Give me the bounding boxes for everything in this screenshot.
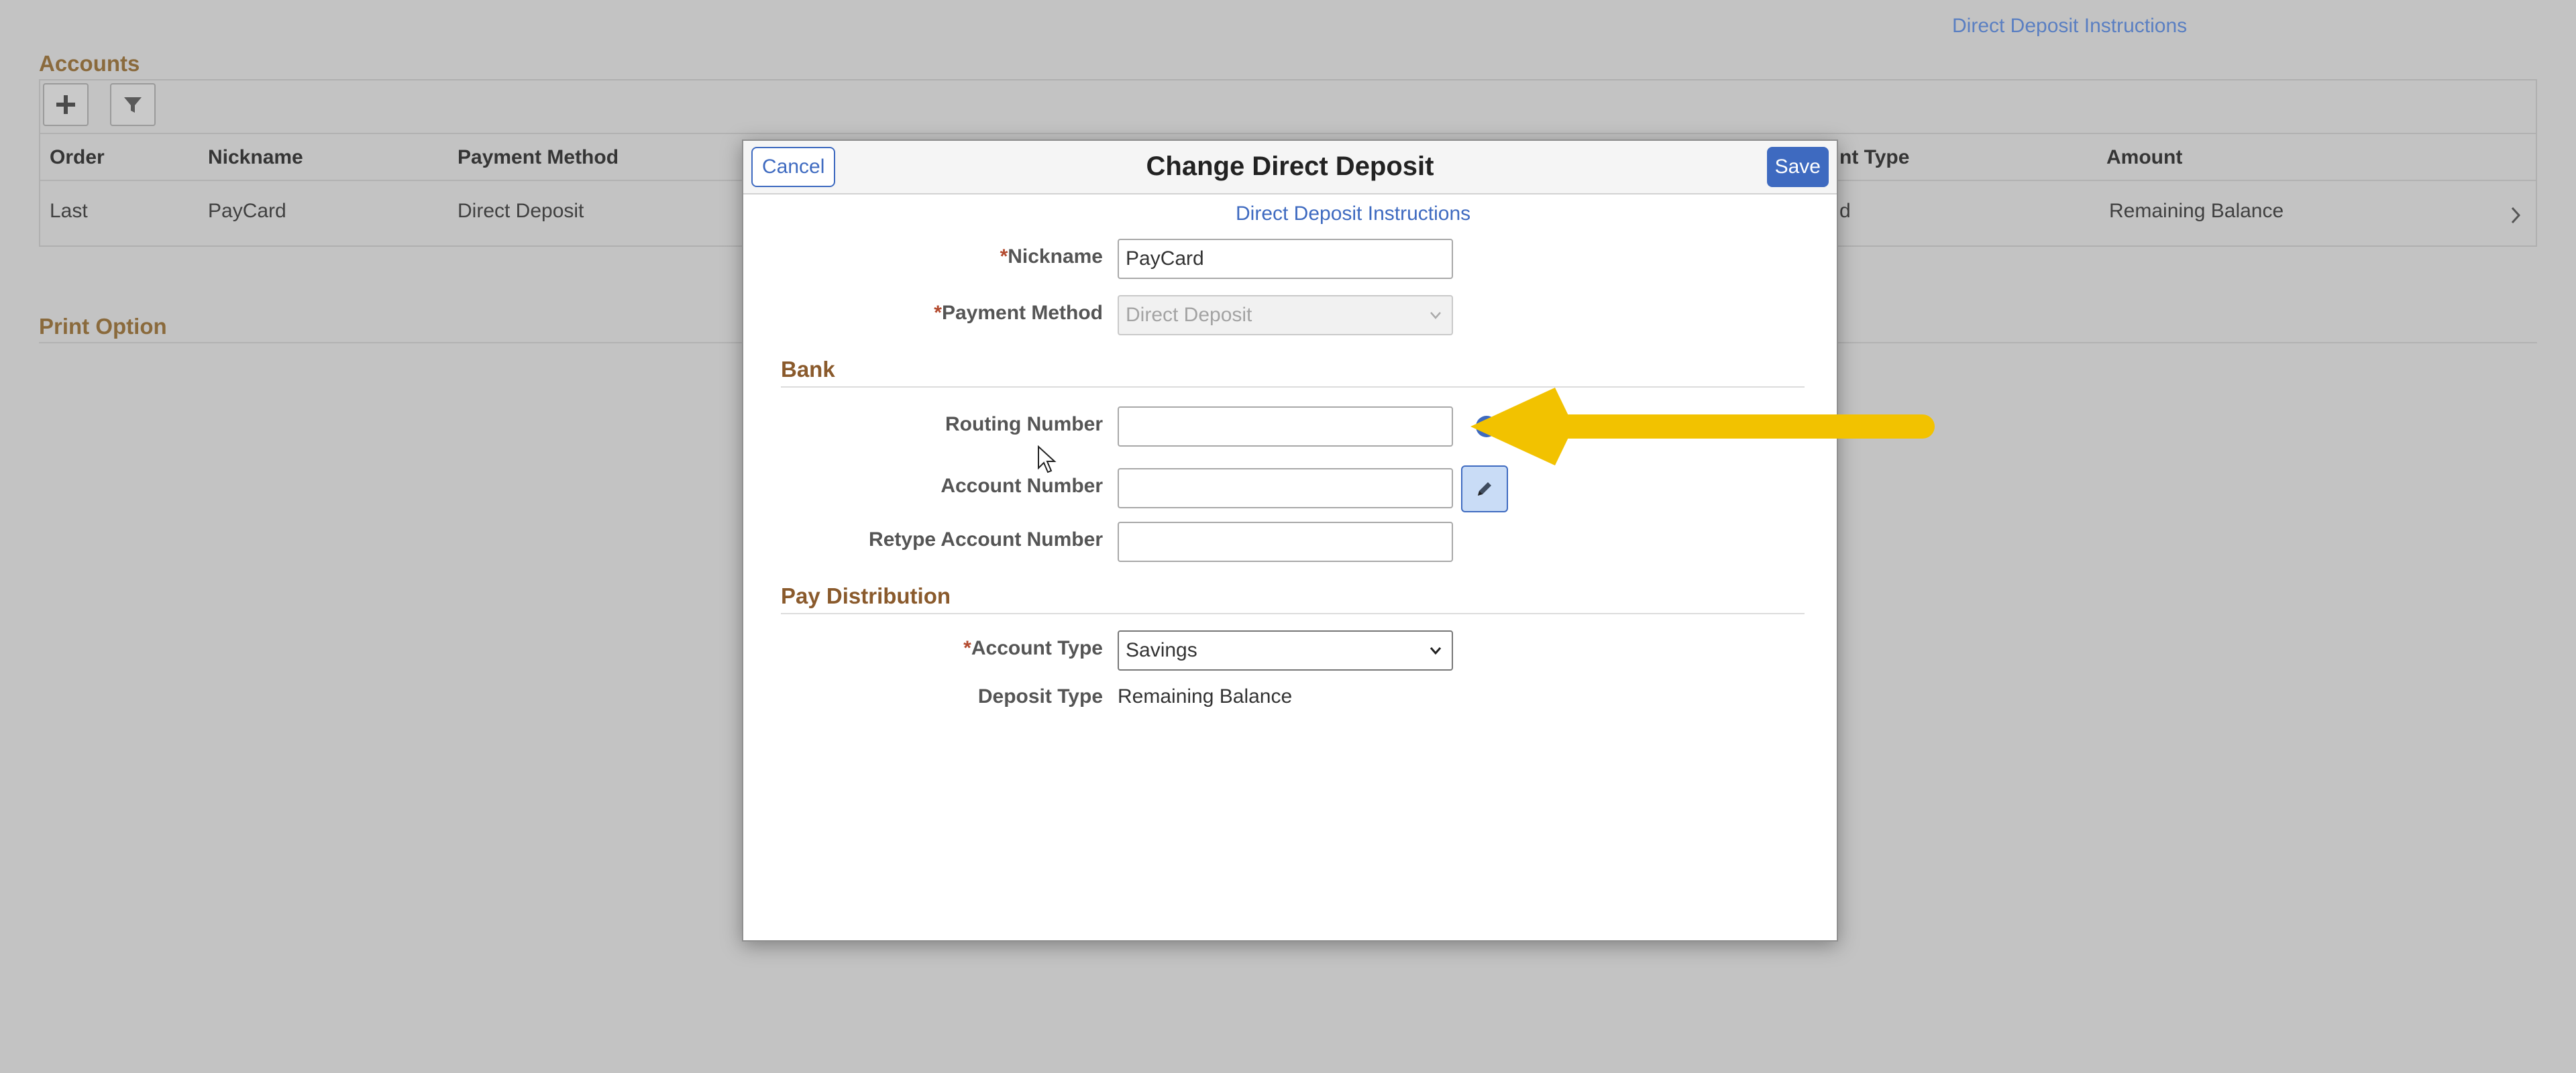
cell-payment-method: Direct Deposit (458, 200, 584, 222)
pay-distribution-section-title: Pay Distribution (781, 583, 951, 608)
bg-instructions-link[interactable]: Direct Deposit Instructions (1952, 15, 2187, 38)
mouse-cursor-icon (1038, 445, 1057, 473)
chevron-down-icon (1430, 647, 1442, 655)
col-order-header[interactable]: Order (50, 146, 105, 169)
chevron-down-icon (1430, 312, 1441, 319)
col-payment-method-header[interactable]: Payment Method (458, 146, 619, 169)
account-number-label: Account Number (941, 475, 1103, 497)
yellow-arrow-annotation (1470, 388, 1935, 465)
col-nickname-header[interactable]: Nickname (208, 146, 303, 169)
deposit-type-value: Remaining Balance (1118, 685, 1293, 708)
col-amount-header[interactable]: Amount (2106, 146, 2182, 169)
filter-button[interactable] (110, 83, 156, 126)
modal-title: Change Direct Deposit (1146, 152, 1434, 181)
required-marker: * (1000, 245, 1008, 268)
deposit-type-label: Deposit Type (977, 685, 1103, 708)
retype-account-number-field[interactable] (1118, 522, 1453, 562)
bank-section-title: Bank (781, 357, 835, 382)
required-marker: * (934, 302, 942, 324)
nickname-label: *Nickname (1000, 245, 1103, 268)
modal-header: Cancel Change Direct Deposit Save (743, 141, 1837, 194)
required-marker: * (963, 637, 971, 659)
add-account-button[interactable] (43, 83, 89, 126)
cell-amount: Remaining Balance (2109, 200, 2284, 222)
retype-account-number-label: Retype Account Number (869, 528, 1103, 551)
chevron-right-icon (2511, 207, 2521, 224)
nickname-field[interactable]: PayCard (1118, 239, 1453, 279)
filter-icon (124, 97, 142, 113)
account-type-value: Savings (1126, 639, 1197, 661)
payment-method-select: Direct Deposit (1118, 295, 1453, 335)
cell-nickname: PayCard (208, 200, 286, 222)
pencil-icon (1478, 482, 1491, 496)
col-account-type-header[interactable]: nt Type (1839, 146, 1909, 169)
routing-number-label: Routing Number (945, 413, 1103, 435)
instructions-link[interactable]: Direct Deposit Instructions (1236, 203, 1470, 225)
account-number-field[interactable] (1118, 468, 1453, 508)
account-type-select[interactable]: Savings (1118, 630, 1453, 671)
pay-distribution-divider (781, 613, 1805, 614)
payment-method-value: Direct Deposit (1126, 304, 1252, 326)
routing-number-field[interactable] (1118, 406, 1453, 447)
plus-icon (56, 95, 75, 114)
cell-account-type: d (1839, 200, 1851, 222)
grid-toolbar-divider (40, 133, 2536, 134)
account-type-label: *Account Type (963, 637, 1103, 659)
change-direct-deposit-modal: Cancel Change Direct Deposit Save Direct… (742, 139, 1838, 942)
payment-method-label: *Payment Method (934, 302, 1103, 324)
print-option-title: Print Option (39, 314, 167, 339)
save-button[interactable]: Save (1766, 147, 1829, 187)
cell-order: Last (50, 200, 88, 222)
accounts-title: Accounts (39, 51, 140, 76)
